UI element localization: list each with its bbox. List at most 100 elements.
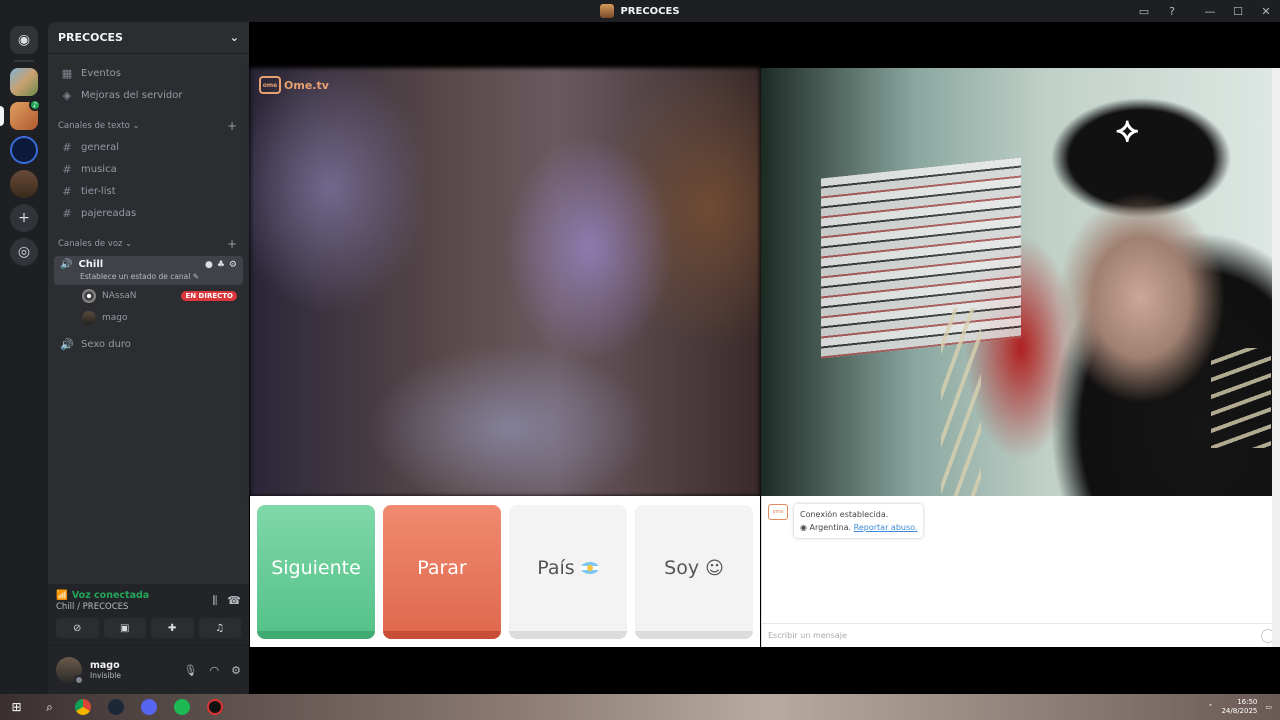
voice-connected-label: Voz conectada (71, 590, 150, 601)
add-server-icon[interactable]: + (10, 204, 38, 232)
chevron-up-icon[interactable]: ⌃ (1208, 703, 1214, 711)
avatar (82, 311, 96, 325)
boost-icon: ◈ (62, 88, 72, 102)
voice-channel-other[interactable]: 🔊 Sexo duro (54, 333, 243, 355)
hash-icon: # (62, 184, 72, 198)
events-label: Eventos (81, 67, 121, 79)
chat-bubble-icon[interactable]: ● (205, 260, 213, 270)
voice-category[interactable]: Canales de voz ⌄ + (54, 234, 243, 254)
notification-icon[interactable]: ▭ (1265, 703, 1272, 711)
server-icon-precoces[interactable]: ♪ (0, 99, 41, 130)
channel-general[interactable]: # general (54, 136, 243, 158)
server-icon-3[interactable] (10, 136, 38, 164)
discord-home-icon[interactable]: ◉ (10, 26, 38, 54)
user-status: Invisible (90, 671, 121, 680)
help-icon[interactable]: ? (1158, 0, 1186, 22)
chat-input[interactable]: Escribir un mensaje (762, 623, 1280, 647)
avatar (82, 289, 96, 303)
disconnect-icon[interactable]: ☎ (227, 594, 241, 608)
chat-panel: ome Conexión establecida. ◉ Argentina. R… (761, 496, 1280, 647)
add-channel-icon[interactable]: + (227, 119, 237, 133)
app-icon[interactable] (198, 694, 231, 720)
screen-share-button[interactable]: ▣ (103, 618, 146, 638)
search-icon[interactable]: ⌕ (33, 694, 66, 720)
gender-button[interactable]: Soy ☺ (635, 505, 753, 639)
guild-name: PRECOCES (58, 31, 123, 44)
guild-header[interactable]: PRECOCES ⌄ (48, 22, 249, 54)
activities-button[interactable]: ✚ (151, 618, 194, 638)
windows-start-icon[interactable]: ⊞ (0, 694, 33, 720)
boost-item[interactable]: ◈ Mejoras del servidor (54, 84, 243, 106)
ometv-controls: Siguiente Parar País Soy ☺ (250, 496, 760, 647)
channel-list: ▦ Eventos ◈ Mejoras del servidor Canales… (48, 54, 249, 355)
next-label: Siguiente (271, 557, 361, 579)
system-message: ome Conexión establecida. ◉ Argentina. R… (768, 504, 924, 538)
server-icon-4[interactable] (10, 170, 38, 198)
taskbar: ⊞ ⌕ ⌃ 16:50 24/8/2025 ▭ (0, 694, 1280, 720)
stop-label: Parar (417, 557, 467, 579)
spotify-icon[interactable] (165, 694, 198, 720)
voice-user-mago[interactable]: mago (54, 307, 243, 329)
explore-icon[interactable]: ◎ (10, 238, 38, 266)
signal-icon: 📶 (56, 590, 68, 601)
channel-pajereadas[interactable]: # pajereadas (54, 202, 243, 224)
events-item[interactable]: ▦ Eventos (54, 62, 243, 84)
chrome-icon[interactable] (66, 694, 99, 720)
clock-time: 16:50 (1237, 698, 1258, 706)
chevron-down-icon: ⌄ (229, 31, 239, 44)
calendar-icon: ▦ (61, 66, 73, 80)
microphone-icon[interactable]: 🎙 (184, 664, 198, 677)
noise-suppression-icon[interactable]: ⫼ (212, 594, 217, 608)
avatar[interactable] (56, 657, 84, 685)
speaker-icon: 🔊 (60, 259, 73, 270)
invite-icon[interactable]: ♣ (217, 260, 225, 270)
camera-off-button[interactable]: ⊘ (56, 618, 99, 638)
voice-user-nassan[interactable]: NAssaN EN DIRECTO (54, 285, 243, 307)
server-icon (600, 4, 615, 18)
gender-label: Soy (664, 557, 700, 579)
clock-date: 24/8/2025 (1221, 707, 1258, 715)
channel-label: tier-list (81, 185, 116, 197)
text-category[interactable]: Canales de texto ⌄ + (54, 116, 243, 136)
voice-connected-location[interactable]: Chill / PRECOCES (56, 602, 149, 612)
clock[interactable]: 16:50 24/8/2025 (1221, 698, 1257, 716)
headphones-icon[interactable]: ◠ (210, 664, 220, 677)
inbox-icon[interactable]: ▭ (1130, 0, 1158, 22)
next-button[interactable]: Siguiente (257, 505, 375, 639)
channel-sidebar: PRECOCES ⌄ ▦ Eventos ◈ Mejoras del servi… (48, 22, 249, 694)
soundboard-button[interactable]: ♫ (198, 618, 241, 638)
face-icon: ☺ (705, 557, 724, 579)
channel-tier-list[interactable]: # tier-list (54, 180, 243, 202)
maximize-button[interactable]: ☐ (1224, 0, 1252, 22)
scrollbar[interactable] (1272, 68, 1280, 647)
gear-icon[interactable]: ⚙ (229, 260, 237, 270)
country-label: País (537, 557, 575, 579)
server-icon-1[interactable] (10, 68, 38, 96)
connection-status: Conexión establecida. (800, 510, 889, 519)
country-button[interactable]: País (509, 505, 627, 639)
hash-icon: # (62, 206, 72, 220)
steam-icon[interactable] (99, 694, 132, 720)
live-badge: EN DIRECTO (181, 291, 237, 301)
voice-channel-chill[interactable]: 🔊 Chill ● ♣ ⚙ Establece un estado de can… (54, 256, 243, 285)
add-channel-icon[interactable]: + (227, 237, 237, 251)
speaker-icon: 🔊 (60, 337, 74, 351)
hash-icon: # (62, 140, 72, 154)
ometv-avatar-icon: ome (768, 504, 788, 520)
channel-musica[interactable]: # musica (54, 158, 243, 180)
camera-icon: ome (259, 76, 281, 94)
voice-category-label: Canales de voz (58, 239, 123, 249)
flag-icon: ◉ (800, 523, 807, 532)
hash-icon: # (62, 162, 72, 176)
channel-label: pajereadas (81, 207, 137, 219)
pencil-icon[interactable]: ✎ (193, 272, 199, 281)
voice-user-name: mago (102, 313, 128, 323)
app-window: PRECOCES ▭ ? — ☐ ✕ ◉ ♪ + ◎ PRECOCES ⌄ ▦ … (0, 0, 1280, 720)
minimize-button[interactable]: — (1196, 0, 1224, 22)
gear-icon[interactable]: ⚙ (231, 664, 241, 677)
close-button[interactable]: ✕ (1252, 0, 1280, 22)
report-abuse-link[interactable]: Reportar abuso. (854, 523, 918, 532)
channel-label: general (81, 141, 120, 153)
stop-button[interactable]: Parar (383, 505, 501, 639)
discord-icon[interactable] (132, 694, 165, 720)
